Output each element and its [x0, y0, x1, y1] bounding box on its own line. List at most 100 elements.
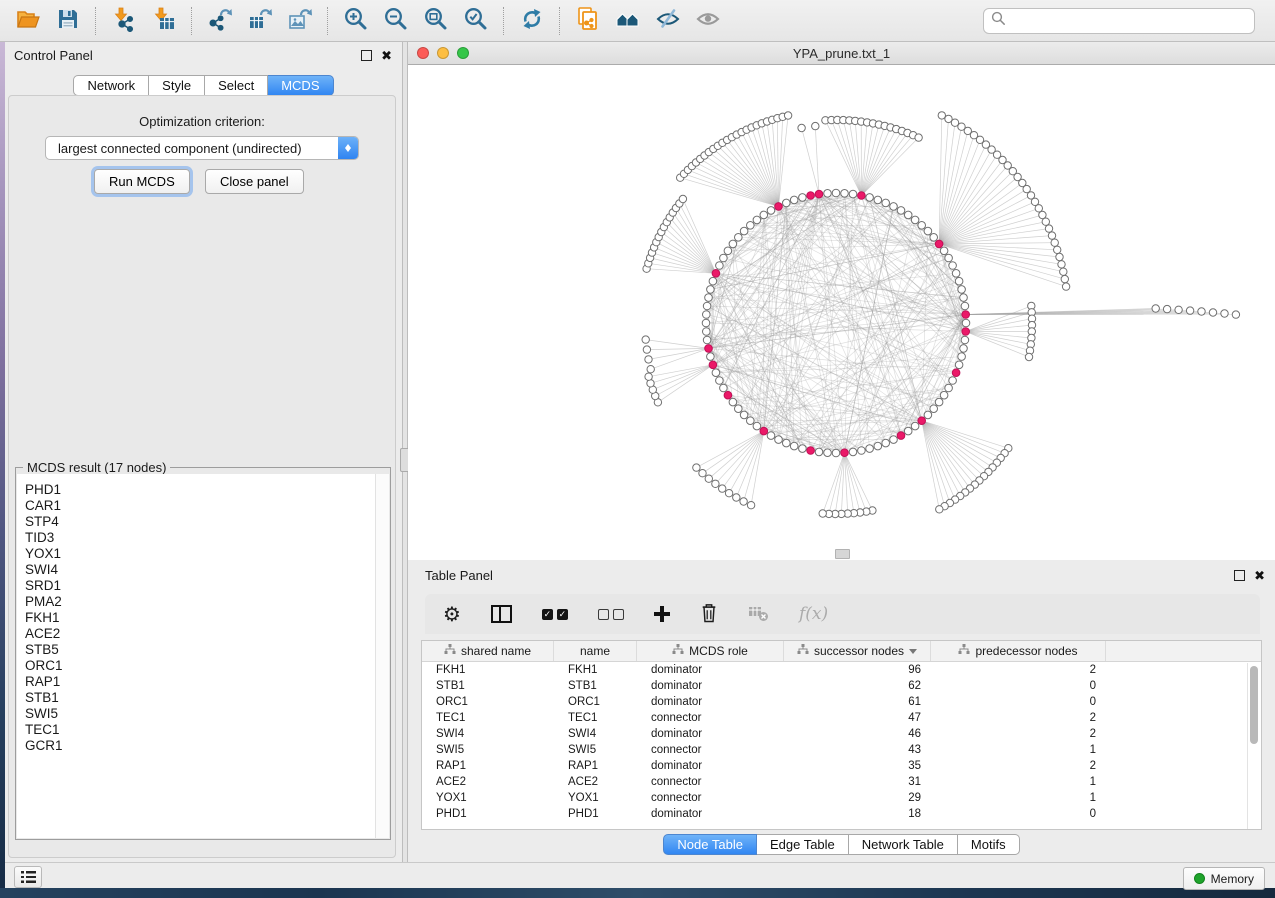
- result-node-item[interactable]: ACE2: [25, 626, 376, 642]
- zoom-in-icon: [343, 6, 369, 35]
- table-row[interactable]: TEC1 TEC1 connector 47 2: [422, 710, 1261, 726]
- table-row[interactable]: SWI4 SWI4 dominator 46 2: [422, 726, 1261, 742]
- toolbar-export-table-button[interactable]: [244, 3, 276, 38]
- float-table-panel-icon[interactable]: [1234, 570, 1245, 581]
- result-node-item[interactable]: TEC1: [25, 722, 376, 738]
- search-input[interactable]: [1011, 13, 1254, 30]
- result-node-item[interactable]: PMA2: [25, 594, 376, 610]
- close-table-panel-icon[interactable]: ✖: [1254, 569, 1265, 582]
- result-node-item[interactable]: STB5: [25, 642, 376, 658]
- run-mcds-button[interactable]: Run MCDS: [94, 169, 190, 194]
- table-scrollbar-thumb[interactable]: [1250, 666, 1258, 744]
- column-header-shared-name[interactable]: shared name: [422, 641, 554, 661]
- select-all-button[interactable]: ✓✓: [540, 607, 570, 622]
- import-network-icon: [111, 6, 137, 35]
- toolbar-show-details-button[interactable]: [692, 3, 724, 38]
- table-row[interactable]: ORC1 ORC1 dominator 61 0: [422, 694, 1261, 710]
- table-tabs: Node TableEdge TableNetwork TableMotifs: [408, 834, 1275, 855]
- result-scrollbar[interactable]: [375, 474, 389, 838]
- import-table-icon: [151, 6, 177, 35]
- column-header-MCDS-role[interactable]: MCDS role: [637, 641, 784, 661]
- toolbar-import-network-button[interactable]: [108, 3, 140, 38]
- tab-network[interactable]: Network: [73, 75, 149, 96]
- fx-icon: f(x): [799, 604, 828, 624]
- toolbar-separator: [327, 7, 329, 35]
- result-node-item[interactable]: CAR1: [25, 498, 376, 514]
- toolbar-zoom-out-button[interactable]: [380, 3, 412, 38]
- table-row[interactable]: RAP1 RAP1 dominator 35 2: [422, 758, 1261, 774]
- table-row[interactable]: STB1 STB1 dominator 62 0: [422, 678, 1261, 694]
- criterion-select[interactable]: largest connected component (undirected): [45, 136, 359, 160]
- tab-motifs[interactable]: Motifs: [958, 834, 1020, 855]
- search-box: [983, 8, 1255, 34]
- tab-network-table[interactable]: Network Table: [849, 834, 958, 855]
- tab-edge-table[interactable]: Edge Table: [757, 834, 849, 855]
- float-panel-icon[interactable]: [361, 50, 372, 61]
- table-row[interactable]: SWI5 SWI5 connector 43 1: [422, 742, 1261, 758]
- memory-status-icon: [1194, 873, 1205, 884]
- mcds-result-list[interactable]: PHD1CAR1STP4TID3YOX1SWI4SRD1PMA2FKH1ACE2…: [17, 474, 376, 838]
- result-node-item[interactable]: SRD1: [25, 578, 376, 594]
- result-node-item[interactable]: STP4: [25, 514, 376, 530]
- result-node-item[interactable]: SWI4: [25, 562, 376, 578]
- horizontal-splitter-handle[interactable]: [835, 549, 850, 559]
- close-panel-button[interactable]: Close panel: [205, 169, 304, 194]
- table-row[interactable]: FKH1 FKH1 dominator 96 2: [422, 662, 1261, 678]
- result-node-item[interactable]: YOX1: [25, 546, 376, 562]
- close-panel-icon[interactable]: ✖: [381, 49, 392, 62]
- result-node-item[interactable]: GCR1: [25, 738, 376, 754]
- zoom-out-icon: [383, 6, 409, 35]
- table-row[interactable]: YOX1 YOX1 connector 29 1: [422, 790, 1261, 806]
- tab-node-table[interactable]: Node Table: [663, 834, 757, 855]
- toolbar-import-table-button[interactable]: [148, 3, 180, 38]
- toolbar-open-file-button[interactable]: [12, 3, 44, 38]
- column-header-predecessor-nodes[interactable]: predecessor nodes: [931, 641, 1106, 661]
- home-networks-icon: [615, 6, 641, 35]
- toolbar-icon-group: [0, 3, 728, 38]
- export-network-icon: [207, 6, 233, 35]
- result-node-item[interactable]: SWI5: [25, 706, 376, 722]
- control-panel-header: Control Panel ✖: [5, 42, 402, 68]
- toolbar-home-networks-button[interactable]: [612, 3, 644, 38]
- result-node-item[interactable]: STB1: [25, 690, 376, 706]
- select-all-icon: ✓✓: [542, 609, 568, 620]
- toolbar-zoom-fit-button[interactable]: [420, 3, 452, 38]
- table-toolbar: ⚙ ✓✓ f(x): [425, 594, 1260, 634]
- table-scrollbar[interactable]: [1247, 663, 1261, 829]
- result-node-item[interactable]: ORC1: [25, 658, 376, 674]
- toolbar-save-session-button[interactable]: [52, 3, 84, 38]
- tab-mcds[interactable]: MCDS: [268, 75, 333, 96]
- add-row-button[interactable]: [652, 604, 672, 624]
- toolbar-refresh-layout-button[interactable]: [516, 3, 548, 38]
- toolbar-zoom-in-button[interactable]: [340, 3, 372, 38]
- toolbar-zoom-selected-button[interactable]: [460, 3, 492, 38]
- column-settings-button[interactable]: ⚙: [441, 602, 463, 626]
- delete-table-icon: [748, 604, 769, 625]
- column-header-successor-nodes[interactable]: successor nodes: [784, 641, 931, 661]
- tab-style[interactable]: Style: [149, 75, 205, 96]
- tab-select[interactable]: Select: [205, 75, 268, 96]
- column-header-name[interactable]: name: [554, 641, 637, 661]
- split-panel-button[interactable]: [489, 603, 514, 625]
- result-node-item[interactable]: TID3: [25, 530, 376, 546]
- deselect-all-button[interactable]: [596, 607, 626, 622]
- open-file-icon: [15, 6, 41, 35]
- delete-row-button[interactable]: [698, 600, 720, 628]
- control-panel-title: Control Panel: [14, 48, 361, 63]
- table-row[interactable]: PHD1 PHD1 dominator 18 0: [422, 806, 1261, 822]
- table-panel-header: Table Panel ✖: [408, 562, 1275, 588]
- result-node-item[interactable]: PHD1: [25, 482, 376, 498]
- result-node-item[interactable]: RAP1: [25, 674, 376, 690]
- toolbar-hide-details-button[interactable]: [652, 3, 684, 38]
- table-row[interactable]: ACE2 ACE2 connector 31 1: [422, 774, 1261, 790]
- memory-button[interactable]: Memory: [1183, 867, 1265, 890]
- result-node-item[interactable]: FKH1: [25, 610, 376, 626]
- network-canvas[interactable]: [408, 65, 1275, 561]
- table-header-row: shared namenameMCDS rolesuccessor nodesp…: [422, 641, 1261, 662]
- trash-icon: [700, 602, 718, 626]
- toolbar-export-image-button[interactable]: [284, 3, 316, 38]
- toolbar-export-network-button[interactable]: [204, 3, 236, 38]
- toolbar-share-document-button[interactable]: [572, 3, 604, 38]
- export-table-icon: [247, 6, 273, 35]
- task-list-button[interactable]: [14, 866, 42, 888]
